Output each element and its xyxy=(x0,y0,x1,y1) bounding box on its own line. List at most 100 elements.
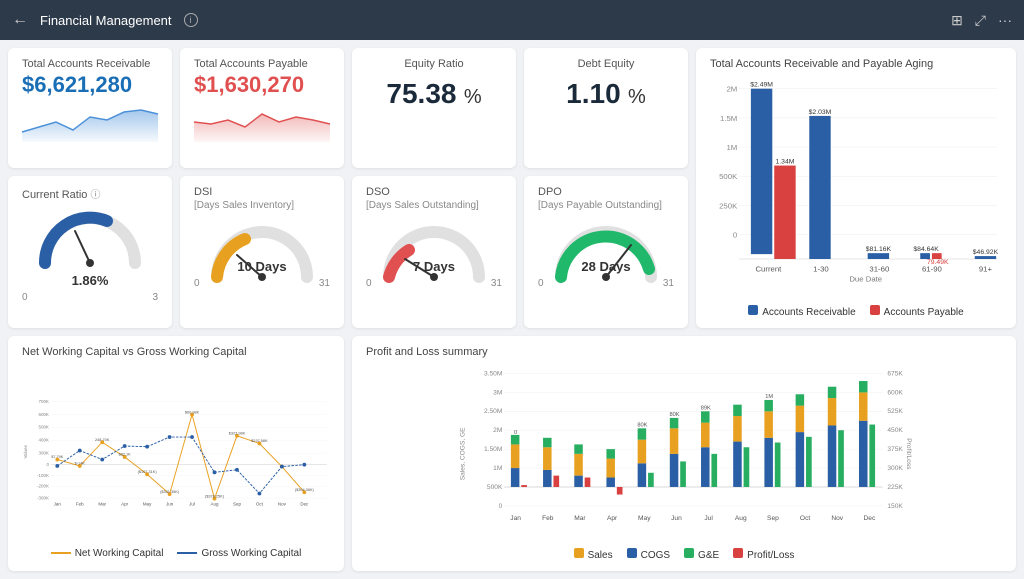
svg-text:500K: 500K xyxy=(719,172,738,181)
svg-text:May: May xyxy=(638,515,651,522)
svg-text:91+: 91+ xyxy=(979,265,993,274)
nwc-legend-gwc: Gross Working Capital xyxy=(201,548,301,559)
gauge-dpo-card: DPO [Days Payable Outstanding] 28 Days 0… xyxy=(524,176,688,329)
gauge-current-visual: 1.86% xyxy=(22,203,158,288)
expand-icon[interactable]: ⤢ xyxy=(975,12,986,29)
svg-text:89K: 89K xyxy=(701,405,711,411)
svg-text:1.50M: 1.50M xyxy=(484,446,502,453)
bar-130-r xyxy=(809,116,830,259)
svg-text:$2.03M: $2.03M xyxy=(809,109,832,116)
svg-text:1M: 1M xyxy=(765,394,773,400)
svg-text:$46.92K: $46.92K xyxy=(973,249,999,256)
pnl-legend-sales-dot xyxy=(574,548,584,558)
svg-text:Profit/Loss: Profit/Loss xyxy=(905,438,912,470)
gauge-dpo-title: DPO xyxy=(538,186,674,198)
svg-text:225K: 225K xyxy=(887,484,903,491)
svg-text:Sep: Sep xyxy=(767,515,779,522)
svg-text:Jun: Jun xyxy=(166,502,174,507)
svg-text:Oct: Oct xyxy=(800,515,810,522)
svg-text:Feb: Feb xyxy=(542,515,554,522)
svg-text:2.50M: 2.50M xyxy=(484,408,502,415)
pnl-chart-card: Profit and Loss summary 3.50M 3M 2.50M 2… xyxy=(352,336,1016,571)
svg-text:1-30: 1-30 xyxy=(813,265,829,274)
svg-text:0: 0 xyxy=(46,462,49,467)
bar-current-r xyxy=(751,89,772,254)
more-icon[interactable]: ··· xyxy=(998,12,1012,28)
back-button[interactable]: ← xyxy=(12,11,28,29)
pnl-legend-profit-dot xyxy=(733,548,743,558)
payable-sparkline xyxy=(194,102,330,142)
svg-text:61-90: 61-90 xyxy=(922,265,943,274)
svg-text:Values: Values xyxy=(23,444,28,458)
svg-text:3.50M: 3.50M xyxy=(484,370,502,377)
legend-receivable-dot xyxy=(748,305,758,315)
gauge-dso-card: DSO [Days Sales Outstanding] 7 Days 0 31 xyxy=(352,176,516,329)
nwc-legend: Net Working Capital Gross Working Capita… xyxy=(22,548,330,559)
nwc-svg: 700K 600K 500K 400K 300K 0 -100K -200K -… xyxy=(22,364,330,539)
svg-text:Dec: Dec xyxy=(864,515,876,522)
kpi-equity-label: Equity Ratio xyxy=(366,58,502,70)
svg-text:Feb: Feb xyxy=(76,502,84,507)
gauge-current-title: Current Ratio ⓘ xyxy=(22,186,158,201)
pnl-legend-ge: G&E xyxy=(698,550,719,561)
svg-text:1.34M: 1.34M xyxy=(776,159,795,166)
svg-text:($107.31K): ($107.31K) xyxy=(138,470,158,474)
svg-text:300K: 300K xyxy=(38,450,48,455)
gauge-dsi-value: 10 Days xyxy=(237,259,286,274)
svg-text:Nov: Nov xyxy=(278,502,287,507)
nwc-chart-title: Net Working Capital vs Gross Working Cap… xyxy=(22,346,330,358)
aging-chart-card: Total Accounts Receivable and Payable Ag… xyxy=(696,48,1016,328)
svg-text:Dec: Dec xyxy=(300,502,309,507)
kpi-debt-value: 1.10 xyxy=(566,78,621,109)
kpi-debt-label: Debt Equity xyxy=(538,58,674,70)
svg-text:248.70K: 248.70K xyxy=(95,438,110,442)
gauge-dsi-subtitle: [Days Sales Inventory] xyxy=(194,200,330,211)
svg-text:1M: 1M xyxy=(493,465,502,472)
gauge-dso-subtitle: [Days Sales Outstanding] xyxy=(366,200,502,211)
svg-text:Due Date: Due Date xyxy=(849,274,882,283)
svg-text:Aug: Aug xyxy=(735,515,747,522)
pnl-legend-ge-dot xyxy=(684,548,694,558)
nwc-chart-card: Net Working Capital vs Gross Working Cap… xyxy=(8,336,344,571)
svg-text:450K: 450K xyxy=(887,427,903,434)
svg-text:700K: 700K xyxy=(38,399,48,404)
svg-text:600K: 600K xyxy=(887,389,903,396)
pnl-legend: Sales COGS G&E Profit/Loss xyxy=(366,548,1002,561)
gwc-line xyxy=(57,437,304,493)
svg-text:600K: 600K xyxy=(38,412,48,417)
svg-text:$2.49M: $2.49M xyxy=(750,82,773,89)
svg-text:80K: 80K xyxy=(670,412,680,418)
bar-3160-r xyxy=(868,253,889,259)
kpi-payable-card: Total Accounts Payable $1,630,270 xyxy=(180,48,344,168)
svg-text:31-60: 31-60 xyxy=(869,265,890,274)
svg-text:($304.06K): ($304.06K) xyxy=(295,488,315,492)
grid-icon[interactable]: ⊞ xyxy=(951,12,963,29)
gauge-current-value: 1.86% xyxy=(72,273,109,288)
aging-chart-title: Total Accounts Receivable and Payable Ag… xyxy=(710,58,1002,70)
svg-text:675K: 675K xyxy=(887,370,903,377)
kpi-payable-value: $1,630,270 xyxy=(194,72,330,98)
gauge-dso-title: DSO xyxy=(366,186,502,198)
svg-text:1M: 1M xyxy=(726,143,737,152)
info-icon[interactable]: i xyxy=(184,13,198,27)
svg-text:Mar: Mar xyxy=(98,502,106,507)
svg-text:1.5M: 1.5M xyxy=(720,114,737,123)
gauge-dso-visual: 7 Days xyxy=(366,217,502,274)
svg-text:2M: 2M xyxy=(493,427,502,434)
legend-payable-label: Accounts Payable xyxy=(884,307,964,318)
svg-text:80K: 80K xyxy=(637,422,647,428)
svg-text:0: 0 xyxy=(733,231,738,240)
svg-text:300K: 300K xyxy=(887,465,903,472)
svg-text:Sales, COGS, GE: Sales, COGS, GE xyxy=(460,427,467,480)
svg-text:0: 0 xyxy=(499,503,503,510)
svg-text:Jan: Jan xyxy=(54,502,62,507)
svg-text:0: 0 xyxy=(514,430,517,436)
pnl-legend-sales: Sales xyxy=(588,550,613,561)
svg-text:Jan: Jan xyxy=(510,515,521,522)
svg-text:Oct: Oct xyxy=(256,502,264,507)
svg-text:$82.1K: $82.1K xyxy=(119,453,132,457)
gauge-current-card: Current Ratio ⓘ 1.86% 0 3 xyxy=(8,176,172,329)
gauge-dsi-card: DSI [Days Sales Inventory] 10 Days 0 31 xyxy=(180,176,344,329)
svg-text:3M: 3M xyxy=(493,389,502,396)
svg-text:May: May xyxy=(143,502,152,507)
